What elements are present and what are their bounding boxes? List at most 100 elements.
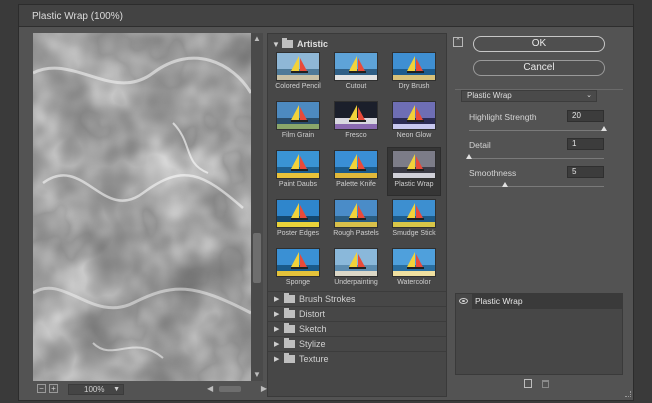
filter-thumb[interactable]: Sponge: [272, 246, 324, 293]
filter-thumb-image: [392, 101, 436, 130]
category-row-label: Stylize: [299, 339, 326, 349]
effect-layer-row[interactable]: Plastic Wrap: [472, 294, 622, 309]
preview-image: [33, 33, 251, 381]
filter-thumb-label: Smudge Stick: [392, 230, 436, 237]
filter-thumb-image: [334, 199, 378, 228]
filter-thumb-image: [276, 248, 320, 277]
category-row-label: Brush Strokes: [299, 294, 356, 304]
window-title: Plastic Wrap (100%): [32, 11, 123, 22]
preview-zoom-bar: − + 100% ▼ ◀ ▶: [33, 382, 267, 396]
filter-select[interactable]: Plastic Wrap ⌄: [461, 90, 597, 102]
category-row[interactable]: ▶ Stylize: [268, 336, 446, 351]
filter-thumbnails: Colored Pencil Cutout Dry Brush Film Grain F…: [272, 50, 442, 293]
collapse-gallery-icon[interactable]: ⌃: [453, 37, 463, 47]
filter-thumb[interactable]: Cutout: [330, 50, 382, 97]
filter-thumb-label: Fresco: [345, 132, 367, 139]
filter-thumb[interactable]: Colored Pencil: [272, 50, 324, 97]
filter-thumb[interactable]: Watercolor: [388, 246, 440, 293]
scroll-left-icon[interactable]: ◀: [207, 384, 213, 393]
filter-thumb-label: Dry Brush: [398, 83, 430, 90]
filter-thumb[interactable]: Neon Glow: [388, 99, 440, 146]
smoothness-slider[interactable]: [469, 182, 604, 187]
filter-thumb[interactable]: Dry Brush: [388, 50, 440, 97]
new-effect-layer-icon[interactable]: [524, 379, 532, 388]
title-bar[interactable]: Plastic Wrap (100%): [19, 5, 633, 27]
smoothness-knob[interactable]: [502, 182, 509, 187]
category-row[interactable]: ▶ Texture: [268, 351, 446, 366]
scroll-up-icon[interactable]: ▲: [253, 35, 261, 43]
category-row[interactable]: ▶ Distort: [268, 306, 446, 321]
detail-knob[interactable]: [466, 154, 472, 159]
filter-thumb[interactable]: Paint Daubs: [272, 148, 324, 195]
ok-button[interactable]: OK: [473, 36, 605, 52]
filter-thumb-label: Paint Daubs: [278, 181, 318, 188]
filter-thumb-label: Watercolor: [397, 279, 431, 286]
filter-thumb-label: Colored Pencil: [275, 83, 321, 90]
filter-thumb-label: Neon Glow: [396, 132, 432, 139]
detail-label: Detail: [469, 140, 491, 150]
detail-slider[interactable]: [466, 154, 604, 159]
filter-thumb-image: [276, 52, 320, 81]
filter-select-value: Plastic Wrap: [467, 91, 512, 100]
filter-thumb[interactable]: Underpainting: [330, 246, 382, 293]
zoom-out-button[interactable]: −: [37, 384, 46, 393]
filter-gallery-panel: ▼ Artistic Colored Pencil Cutout Dry Brush…: [267, 33, 447, 397]
category-row[interactable]: ▶ Brush Strokes: [268, 291, 446, 306]
filter-thumb-image: [392, 150, 436, 179]
eye-icon[interactable]: [459, 298, 468, 304]
vertical-scroll-thumb[interactable]: [253, 233, 261, 283]
filter-thumb-label: Sponge: [285, 279, 311, 286]
filter-thumb[interactable]: Fresco: [330, 99, 382, 146]
highlight-strength-label: Highlight Strength: [469, 112, 537, 122]
filter-thumb[interactable]: Smudge Stick: [388, 197, 440, 244]
filter-thumb[interactable]: Palette Knife: [330, 148, 382, 195]
resize-grip-icon[interactable]: [625, 391, 631, 397]
filter-thumb-image: [276, 101, 320, 130]
zoom-in-button[interactable]: +: [49, 384, 58, 393]
category-row-label: Texture: [299, 354, 329, 364]
category-row[interactable]: ▶ Sketch: [268, 321, 446, 336]
category-artistic[interactable]: ▼ Artistic: [272, 38, 328, 50]
horizontal-scroll-thumb[interactable]: [219, 386, 241, 392]
filter-thumb[interactable]: Film Grain: [272, 99, 324, 146]
folder-icon: [284, 353, 295, 363]
category-list: ▶ Brush Strokes ▶ Distort ▶ Sketch ▶ Stylize ▶ Te…: [268, 291, 446, 366]
filter-thumb-image: [392, 52, 436, 81]
detail-input[interactable]: 1: [567, 138, 604, 150]
filter-thumb-label: Film Grain: [281, 132, 315, 139]
filter-thumb-image: [334, 248, 378, 277]
filter-thumb-image: [392, 248, 436, 277]
filter-thumb-label: Rough Pastels: [333, 230, 379, 237]
filter-settings: Plastic Wrap ⌄ Highlight Strength 20 Det…: [455, 89, 623, 199]
chevron-right-icon: ▶: [274, 341, 280, 348]
filter-thumb-label: Plastic Wrap: [394, 181, 434, 188]
category-label: Artistic: [297, 39, 329, 49]
trash-icon[interactable]: [542, 380, 549, 388]
chevron-down-icon: ▼: [272, 39, 280, 49]
filter-thumb-image: [334, 101, 378, 130]
highlight-strength-knob[interactable]: [601, 126, 607, 131]
filter-thumb[interactable]: Poster Edges: [272, 197, 324, 244]
filter-thumb-image: [334, 52, 378, 81]
folder-icon: [284, 323, 295, 333]
preview-vertical-scrollbar[interactable]: ▲ ▼: [251, 33, 263, 381]
smoothness-input[interactable]: 5: [567, 166, 604, 178]
filter-thumb-label: Cutout: [345, 83, 367, 90]
preview-canvas[interactable]: [33, 33, 251, 381]
zoom-select[interactable]: 100% ▼: [68, 384, 124, 395]
chevron-right-icon: ▶: [274, 326, 280, 333]
filter-gallery-dialog: Plastic Wrap (100%) ▲ ▼ − + 100% ▼ ◀ ▶ ▼…: [18, 4, 634, 401]
chevron-down-icon: ▼: [113, 386, 120, 393]
filter-thumb[interactable]: Rough Pastels: [330, 197, 382, 244]
filter-thumb[interactable]: Plastic Wrap: [387, 147, 441, 196]
category-row-label: Distort: [299, 309, 326, 319]
cancel-button[interactable]: Cancel: [473, 60, 605, 76]
preview-horizontal-scrollbar[interactable]: ◀ ▶: [207, 384, 267, 394]
highlight-strength-slider[interactable]: [469, 126, 607, 131]
chevron-right-icon: ▶: [274, 356, 280, 363]
highlight-strength-input[interactable]: 20: [567, 110, 604, 122]
zoom-value: 100%: [84, 385, 105, 394]
scroll-down-icon[interactable]: ▼: [253, 371, 261, 379]
folder-icon: [282, 38, 293, 48]
smoothness-label: Smoothness: [469, 168, 517, 178]
